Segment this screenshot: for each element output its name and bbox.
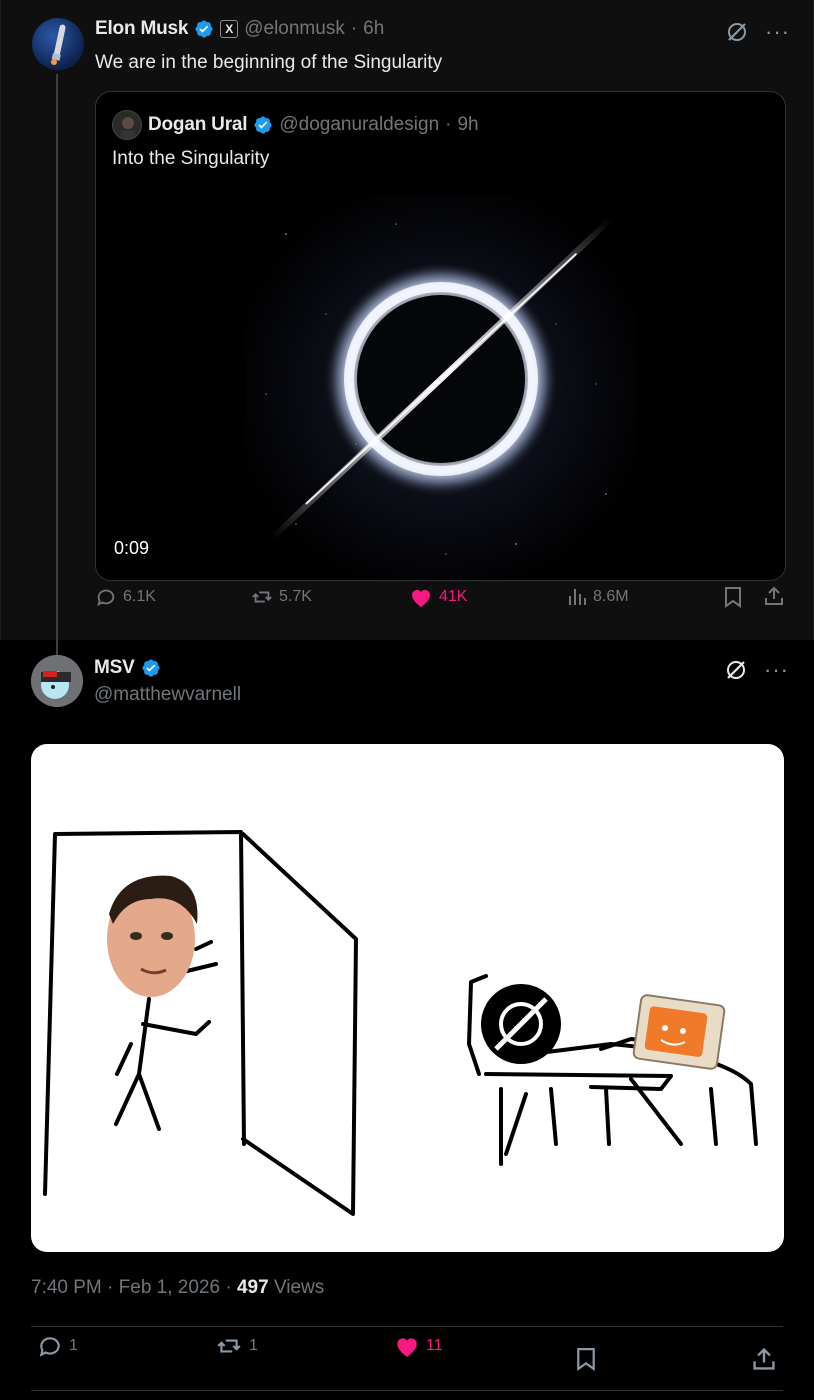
- views-number: 497: [236, 1277, 269, 1298]
- reply-handle[interactable]: @matthewvarnell: [94, 684, 241, 706]
- reply-icon: [39, 1337, 60, 1357]
- separator-dot: ·: [445, 114, 452, 135]
- display-name[interactable]: MSV: [94, 657, 135, 679]
- reply-button[interactable]: 1: [37, 1333, 78, 1359]
- repost-icon: [217, 1339, 241, 1353]
- separator-dot: ·: [350, 18, 358, 39]
- divider: [31, 1390, 783, 1391]
- like-button[interactable]: 11: [394, 1334, 443, 1358]
- separator-dot: ·: [225, 1277, 237, 1298]
- avatar-elon[interactable]: [32, 18, 84, 70]
- more-icon[interactable]: ···: [764, 659, 789, 681]
- verified-icon: [142, 659, 160, 677]
- more-icon[interactable]: ···: [765, 21, 790, 43]
- meme-image[interactable]: [31, 744, 784, 1252]
- like-count: 11: [426, 1337, 443, 1354]
- quoted-tweet-text: Into the Singularity: [112, 148, 270, 169]
- reply-icon: [97, 589, 115, 607]
- views-label: Views: [273, 1277, 325, 1298]
- handle[interactable]: @elonmusk: [244, 18, 345, 40]
- post-date[interactable]: 7:40 PM · Feb 1, 2026: [31, 1277, 220, 1298]
- meme-drawing: [43, 830, 758, 1216]
- share-icon[interactable]: [763, 585, 785, 607]
- reply-count: 1: [69, 1337, 78, 1354]
- quoted-tweet[interactable]: Dogan Ural @doganuraldesign · 9h Into th…: [95, 91, 786, 581]
- quoted-timestamp[interactable]: 9h: [457, 114, 478, 136]
- bookmark-icon[interactable]: [575, 1346, 597, 1372]
- reply-top-icons: ···: [724, 658, 789, 682]
- quoted-display-name[interactable]: Dogan Ural: [148, 114, 248, 136]
- parent-tweet[interactable]: Elon Musk X @elonmusk · 6h We are in the…: [0, 0, 814, 656]
- like-count: 41K: [439, 588, 468, 605]
- display-name[interactable]: Elon Musk: [95, 18, 188, 40]
- tweet-metadata: 7:40 PM · Feb 1, 2026 · 497 Views: [31, 1277, 324, 1299]
- video-player[interactable]: 0:09: [96, 194, 785, 580]
- grok-icon[interactable]: [724, 658, 748, 682]
- repost-count: 5.7K: [279, 588, 312, 605]
- affiliate-badge[interactable]: X: [220, 20, 239, 38]
- thread-connector: [56, 74, 58, 656]
- repost-count: 1: [249, 1337, 258, 1354]
- reply-count: 6.1K: [123, 588, 156, 605]
- video-duration: 0:09: [114, 538, 150, 558]
- quoted-handle[interactable]: @doganuraldesign: [279, 114, 439, 136]
- share-icon[interactable]: [751, 1346, 777, 1372]
- divider: [31, 1326, 783, 1327]
- verified-icon: [195, 20, 213, 38]
- tweet-text: We are in the beginning of the Singulari…: [95, 52, 443, 73]
- avatar-dogan[interactable]: [112, 110, 142, 140]
- like-button[interactable]: 41K: [409, 586, 467, 608]
- bookmark-icon[interactable]: [723, 586, 743, 608]
- tweet-header: Elon Musk X @elonmusk · 6h: [95, 18, 384, 40]
- views-count: 8.6M: [593, 588, 629, 605]
- tweet-top-icons: ···: [725, 20, 790, 44]
- heart-icon: [412, 590, 430, 607]
- views-icon: [569, 589, 586, 605]
- grok-icon[interactable]: [725, 20, 749, 44]
- views-button[interactable]: 8.6M: [567, 587, 629, 607]
- reply-button[interactable]: 6.1K: [95, 586, 156, 608]
- reply-header: MSV: [94, 657, 161, 679]
- avatar-msv[interactable]: [31, 655, 83, 707]
- repost-button[interactable]: 1: [215, 1333, 258, 1359]
- grok-head: [481, 984, 561, 1064]
- timestamp[interactable]: 6h: [363, 18, 384, 40]
- face-photo: [107, 875, 198, 997]
- repost-button[interactable]: 5.7K: [251, 586, 312, 608]
- black-hole-image: [246, 194, 636, 580]
- heart-icon: [397, 1338, 417, 1357]
- verified-icon: [254, 116, 272, 134]
- quoted-tweet-header: Dogan Ural @doganuraldesign · 9h: [112, 110, 479, 140]
- tv-image: [632, 994, 726, 1070]
- repost-icon: [252, 591, 272, 603]
